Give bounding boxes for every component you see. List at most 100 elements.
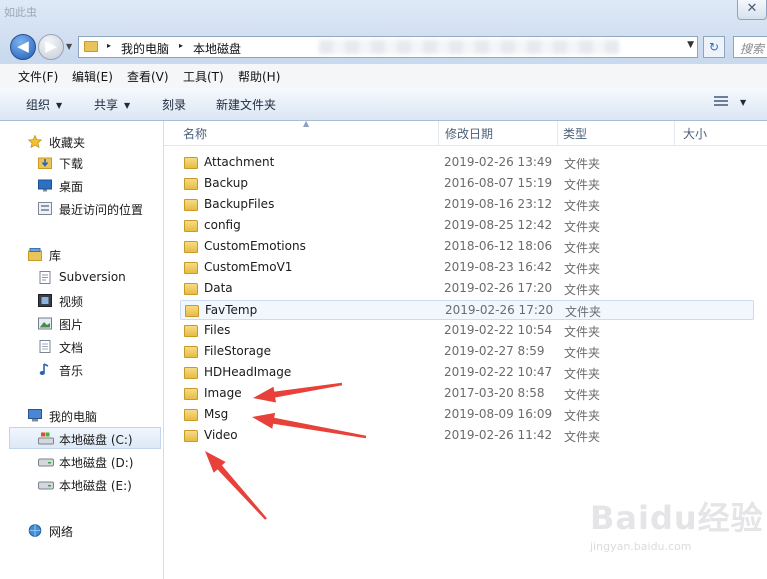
table-row[interactable]: BackupFiles 2019-08-16 23:12 文件夹 bbox=[180, 195, 754, 215]
sidebar-item-drive-e[interactable]: 本地磁盘 (E:) bbox=[0, 474, 162, 496]
document-icon bbox=[38, 340, 52, 353]
file-name[interactable]: FileStorage bbox=[204, 344, 271, 358]
sidebar-item-documents[interactable]: 文档 bbox=[0, 336, 162, 358]
sidebar-item-label: 图片 bbox=[59, 318, 84, 332]
organize-button[interactable]: 组织 ▼ bbox=[26, 96, 62, 113]
sidebar-item-recent-places[interactable]: 最近访问的位置 bbox=[0, 198, 162, 220]
file-name[interactable]: HDHeadImage bbox=[204, 365, 291, 379]
breadcrumb-separator[interactable]: ▸ bbox=[179, 41, 183, 50]
file-name[interactable]: Attachment bbox=[204, 155, 274, 169]
recent-pages-button[interactable]: ▼ bbox=[66, 42, 72, 51]
table-row[interactable]: Image 2017-03-20 8:58 文件夹 bbox=[180, 384, 754, 404]
back-button[interactable]: ◀ bbox=[10, 34, 36, 60]
sidebar-item-drive-d[interactable]: 本地磁盘 (D:) bbox=[0, 451, 162, 473]
file-date-modified: 2019-02-22 10:54 bbox=[444, 323, 553, 337]
column-name[interactable]: 名称 bbox=[183, 125, 207, 142]
file-type: 文件夹 bbox=[564, 325, 601, 339]
table-row[interactable]: Backup 2016-08-07 15:19 文件夹 bbox=[180, 174, 754, 194]
view-options-button[interactable]: ▼ bbox=[740, 98, 746, 107]
file-name[interactable]: Image bbox=[204, 386, 242, 400]
sidebar-item-pictures[interactable]: 图片 bbox=[0, 313, 162, 335]
file-date-modified: 2019-08-16 23:12 bbox=[444, 197, 553, 211]
sidebar-item-drive-c[interactable]: 本地磁盘 (C:) bbox=[9, 427, 161, 449]
burn-button[interactable]: 刻录 bbox=[162, 96, 186, 113]
file-name[interactable]: BackupFiles bbox=[204, 197, 274, 211]
breadcrumb-local-disk[interactable]: 本地磁盘 bbox=[193, 40, 241, 57]
folder-icon bbox=[184, 241, 198, 253]
picture-icon bbox=[38, 317, 52, 330]
sidebar-item-libraries[interactable]: 库 bbox=[0, 244, 162, 266]
column-size[interactable]: 大小 bbox=[683, 125, 707, 142]
sidebar-item-downloads[interactable]: 下载 bbox=[0, 152, 162, 174]
file-date-modified: 2019-08-09 16:09 bbox=[444, 407, 553, 421]
sidebar-item-my-computer[interactable]: 我的电脑 bbox=[0, 405, 162, 427]
sidebar-item-label: 本地磁盘 (D:) bbox=[59, 456, 134, 470]
table-row[interactable]: FileStorage 2019-02-27 8:59 文件夹 bbox=[180, 342, 754, 362]
chevron-down-icon: ▼ bbox=[56, 101, 63, 110]
table-row[interactable]: HDHeadImage 2019-02-22 10:47 文件夹 bbox=[180, 363, 754, 383]
file-name[interactable]: Data bbox=[204, 281, 233, 295]
forward-button[interactable]: ▶ bbox=[38, 34, 64, 60]
column-divider[interactable] bbox=[438, 121, 439, 145]
sidebar-item-label: 网络 bbox=[49, 525, 74, 539]
share-button[interactable]: 共享 ▼ bbox=[94, 96, 130, 113]
search-box[interactable]: 搜索 bbox=[733, 36, 767, 58]
file-name[interactable]: Video bbox=[204, 428, 238, 442]
file-name[interactable]: Backup bbox=[204, 176, 248, 190]
table-row[interactable]: Video 2019-02-26 11:42 文件夹 bbox=[180, 426, 754, 446]
sidebar-item-label: Subversion bbox=[59, 270, 126, 284]
file-name[interactable]: CustomEmoV1 bbox=[204, 260, 292, 274]
file-type: 文件夹 bbox=[564, 157, 601, 171]
file-name[interactable]: Msg bbox=[204, 407, 228, 421]
menu-file[interactable]: 文件(F) bbox=[18, 68, 58, 85]
sidebar-item-subversion[interactable]: Subversion bbox=[0, 267, 162, 289]
menu-help[interactable]: 帮助(H) bbox=[238, 68, 280, 85]
refresh-button[interactable]: ↻ bbox=[703, 36, 725, 58]
table-row[interactable]: CustomEmoV1 2019-08-23 16:42 文件夹 bbox=[180, 258, 754, 278]
column-divider[interactable] bbox=[557, 121, 558, 145]
sidebar-item-desktop[interactable]: 桌面 bbox=[0, 175, 162, 197]
change-view-icon[interactable] bbox=[714, 96, 728, 108]
file-name[interactable]: Files bbox=[204, 323, 230, 337]
sidebar-item-label: 文档 bbox=[59, 341, 84, 355]
navigation-pane: 收藏夹 下载 桌面 最近访问的位置 库 Subversion 视频 图片 文档 … bbox=[0, 121, 164, 579]
table-row[interactable]: FavTemp 2019-02-26 17:20 文件夹 bbox=[180, 300, 754, 320]
share-label: 共享 bbox=[94, 98, 119, 112]
folder-icon bbox=[185, 305, 199, 317]
new-folder-button[interactable]: 新建文件夹 bbox=[216, 96, 276, 113]
sidebar-item-favorites[interactable]: 收藏夹 bbox=[0, 131, 162, 153]
sidebar-item-videos[interactable]: 视频 bbox=[0, 290, 162, 312]
menu-tools[interactable]: 工具(T) bbox=[183, 68, 224, 85]
menu-view[interactable]: 查看(V) bbox=[127, 68, 169, 85]
folder-icon bbox=[184, 178, 198, 190]
breadcrumb-my-computer[interactable]: 我的电脑 bbox=[121, 40, 169, 57]
table-row[interactable]: Msg 2019-08-09 16:09 文件夹 bbox=[180, 405, 754, 425]
video-icon bbox=[38, 294, 52, 307]
table-row[interactable]: config 2019-08-25 12:42 文件夹 bbox=[180, 216, 754, 236]
address-dropdown-button[interactable]: ▼ bbox=[687, 40, 694, 50]
sidebar-item-network[interactable]: 网络 bbox=[0, 520, 162, 542]
desktop-icon bbox=[38, 179, 52, 192]
table-row[interactable]: CustomEmotions 2018-06-12 18:06 文件夹 bbox=[180, 237, 754, 257]
search-placeholder: 搜索 bbox=[740, 42, 765, 56]
file-date-modified: 2019-08-25 12:42 bbox=[444, 218, 553, 232]
folder-icon bbox=[184, 367, 198, 379]
address-bar[interactable]: ▸ 我的电脑 ▸ 本地磁盘 ▼ bbox=[78, 36, 698, 58]
column-date-modified[interactable]: 修改日期 bbox=[445, 125, 493, 142]
folder-icon bbox=[184, 283, 198, 295]
breadcrumb-separator[interactable]: ▸ bbox=[107, 41, 111, 50]
file-name[interactable]: FavTemp bbox=[205, 303, 257, 317]
file-name[interactable]: CustomEmotions bbox=[204, 239, 306, 253]
file-type: 文件夹 bbox=[564, 241, 601, 255]
column-type[interactable]: 类型 bbox=[563, 125, 587, 142]
sidebar-item-music[interactable]: 音乐 bbox=[0, 359, 162, 381]
recent-places-icon bbox=[38, 202, 52, 215]
close-button[interactable]: ✕ bbox=[737, 0, 767, 20]
table-row[interactable]: Files 2019-02-22 10:54 文件夹 bbox=[180, 321, 754, 341]
music-icon bbox=[38, 363, 52, 376]
file-name[interactable]: config bbox=[204, 218, 241, 232]
menu-edit[interactable]: 编辑(E) bbox=[72, 68, 113, 85]
table-row[interactable]: Attachment 2019-02-26 13:49 文件夹 bbox=[180, 153, 754, 173]
column-divider[interactable] bbox=[674, 121, 675, 145]
table-row[interactable]: Data 2019-02-26 17:20 文件夹 bbox=[180, 279, 754, 299]
